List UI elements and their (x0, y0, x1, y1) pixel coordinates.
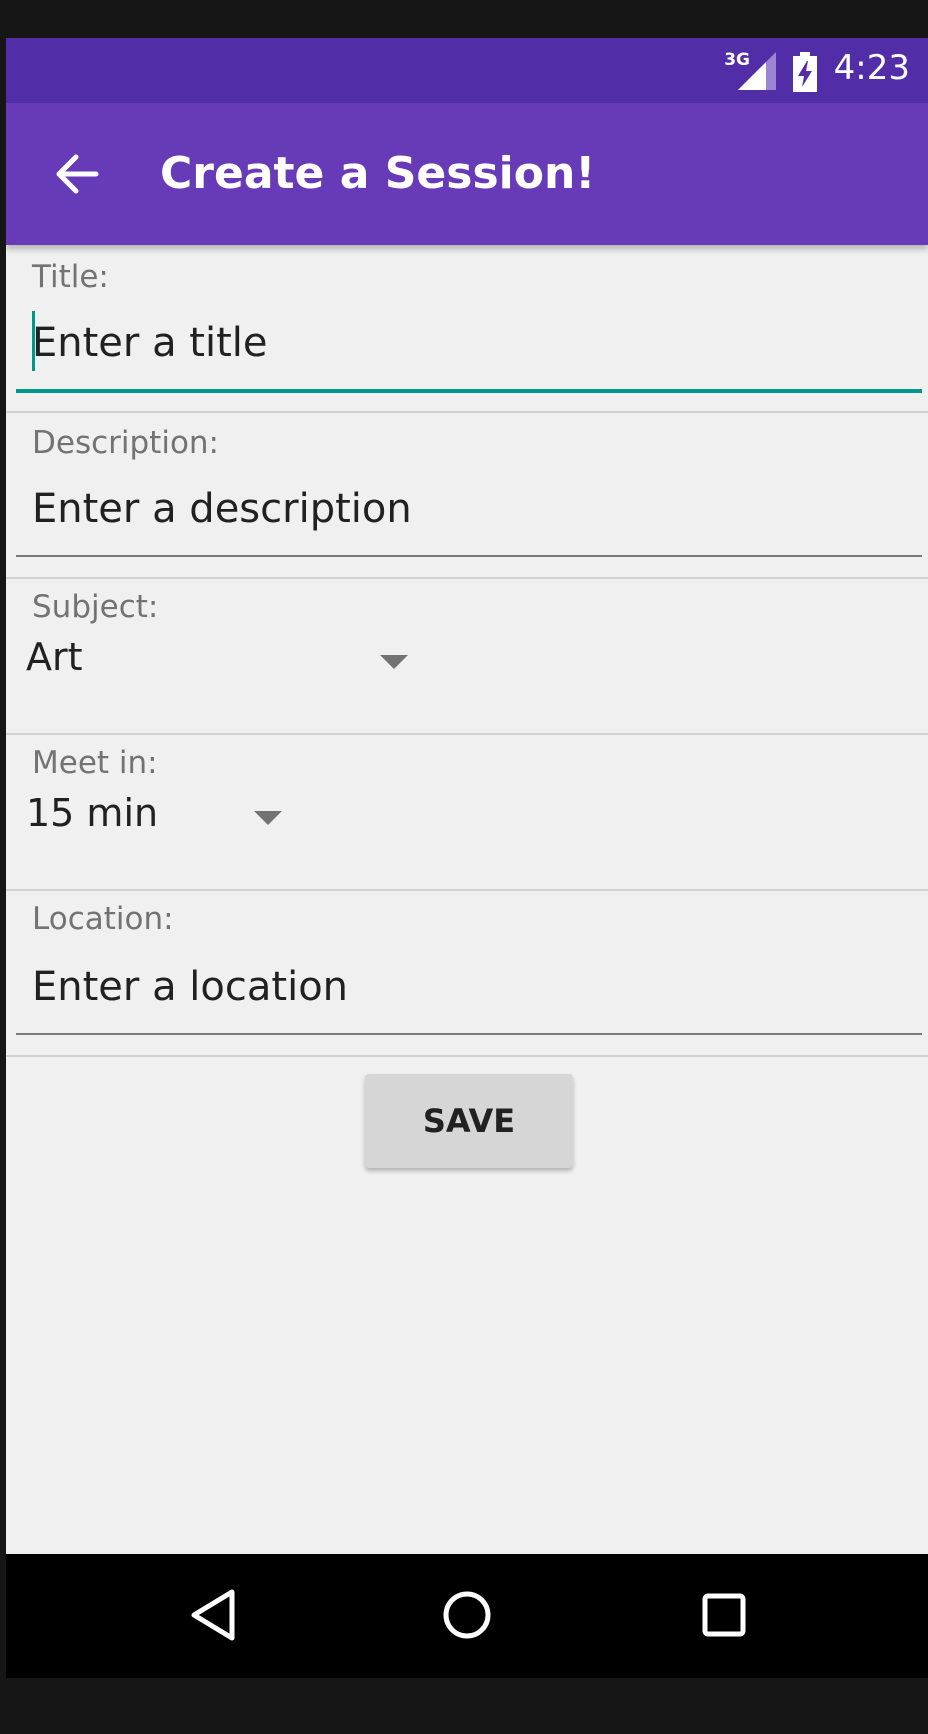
dropdown-arrow-icon (254, 811, 282, 825)
description-input-underline (16, 555, 922, 557)
save-button[interactable]: SAVE (365, 1074, 573, 1168)
app-bar: Create a Session! (6, 103, 928, 245)
dropdown-arrow-icon (380, 655, 408, 669)
phone-screen: 3G 4:23 Create a Session! Title: Descrip… (6, 38, 928, 1678)
subject-label: Subject: (32, 589, 159, 625)
home-circle-icon[interactable] (436, 1584, 498, 1646)
subject-section: Subject: Art (6, 579, 928, 735)
title-input-underline (16, 389, 922, 393)
navigation-bar (6, 1554, 928, 1678)
location-section: Location: (6, 891, 928, 1057)
subject-selected-value: Art (26, 635, 83, 679)
page-title: Create a Session! (160, 148, 596, 199)
title-input[interactable] (16, 311, 922, 375)
title-label: Title: (32, 259, 109, 295)
description-label: Description: (32, 425, 219, 461)
location-label: Location: (32, 901, 174, 937)
signal-strength-icon (738, 52, 776, 90)
status-time: 4:23 (833, 48, 910, 88)
back-triangle-icon[interactable] (184, 1584, 246, 1646)
meet-in-section: Meet in: 15 min (6, 735, 928, 891)
status-bar: 3G 4:23 (6, 38, 928, 103)
description-input[interactable] (16, 477, 922, 541)
description-section: Description: (6, 413, 928, 579)
battery-charging-icon (793, 52, 817, 92)
location-input[interactable] (16, 955, 922, 1019)
location-input-underline (16, 1033, 922, 1035)
back-arrow-icon[interactable] (52, 149, 102, 199)
title-section: Title: (6, 245, 928, 413)
meet-in-label: Meet in: (32, 745, 158, 781)
recents-square-icon[interactable] (693, 1584, 755, 1646)
meet-in-selected-value: 15 min (26, 791, 159, 835)
meet-in-dropdown[interactable]: 15 min (26, 791, 288, 851)
subject-dropdown[interactable]: Art (26, 635, 416, 695)
